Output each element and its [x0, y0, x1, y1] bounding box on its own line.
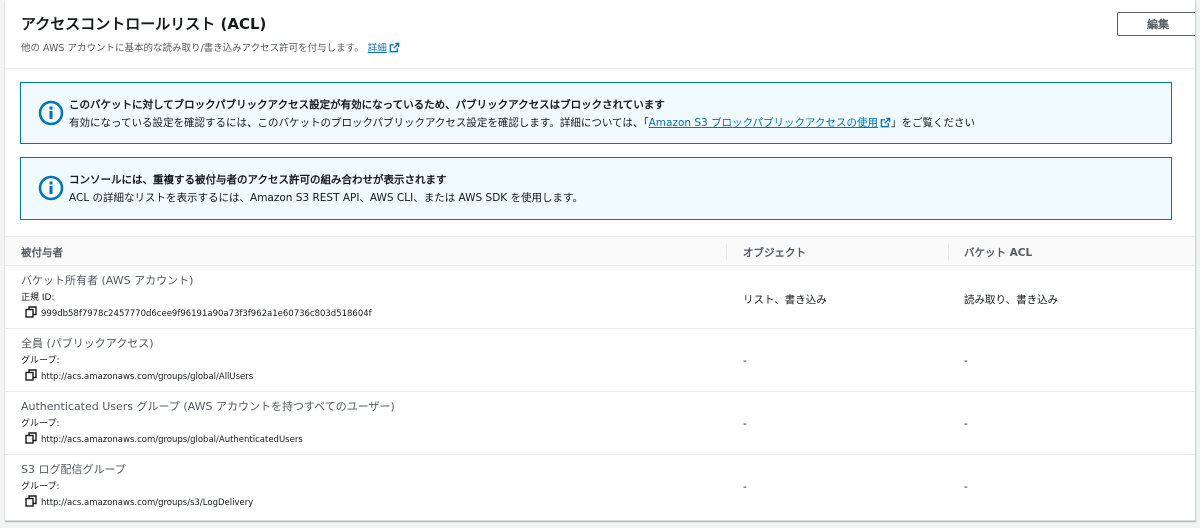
- objects-permission: -: [743, 418, 747, 430]
- copy-icon[interactable]: [25, 432, 37, 444]
- grantee-name: 全員 (パブリックアクセス): [21, 337, 154, 350]
- description-text: 他の AWS アカウントに基本的な読み取り/書き込みアクセス許可を付与します。: [21, 43, 364, 54]
- block-public-access-alert: このバケットに対してブロックパブリックアクセス設定が有効になっているため、パブリ…: [20, 82, 1172, 144]
- bucket-acl-permission: -: [964, 481, 968, 493]
- grantee-name: S3 ログ配信グループ: [21, 463, 126, 476]
- grantee-type: グループ:: [21, 482, 60, 492]
- alert-title: このバケットに対してブロックパブリックアクセス設定が有効になっているため、パブリ…: [69, 99, 665, 111]
- column-header-grantee: 被付与者: [21, 247, 63, 259]
- copy-icon[interactable]: [25, 306, 37, 318]
- external-link-icon: [880, 117, 891, 128]
- grantee-id-value: http://acs.amazonaws.com/groups/global/A…: [41, 372, 254, 382]
- info-icon: [38, 100, 64, 126]
- grantee-type: グループ:: [21, 419, 60, 429]
- objects-permission: リスト、書き込み: [743, 294, 827, 306]
- alert-body: ACL の詳細なリストを表示するには、Amazon S3 REST API、AW…: [69, 192, 583, 204]
- grantee-id: http://acs.amazonaws.com/groups/s3/LogDe…: [25, 495, 253, 508]
- alert-title: コンソールには、重複する被付与者のアクセス許可の組み合わせが表示されます: [69, 174, 447, 186]
- grantee-id-value: http://acs.amazonaws.com/groups/s3/LogDe…: [41, 498, 254, 508]
- external-link-icon: [389, 42, 400, 53]
- details-link-label: 詳細: [367, 43, 387, 54]
- edit-button[interactable]: 編集: [1117, 12, 1195, 36]
- doc-link-label: Amazon S3 ブロックパブリックアクセスの使用: [648, 117, 879, 129]
- grantee-id: http://acs.amazonaws.com/groups/global/A…: [25, 432, 303, 445]
- block-public-access-doc-link[interactable]: Amazon S3 ブロックパブリックアクセスの使用: [649, 117, 891, 129]
- info-icon: [38, 175, 64, 201]
- details-link[interactable]: 詳細: [367, 42, 400, 54]
- panel-description: 他の AWS アカウントに基本的な読み取り/書き込みアクセス許可を付与します。詳…: [21, 40, 400, 54]
- column-divider: [948, 244, 949, 260]
- acl-panel: アクセスコントロールリスト (ACL) 他の AWS アカウントに基本的な読み取…: [5, 0, 1196, 521]
- alert-body-prefix: 有効になっている設定を確認するには、このバケットのブロックパブリックアクセス設定…: [69, 117, 649, 129]
- grantee-id: http://acs.amazonaws.com/groups/global/A…: [25, 369, 253, 382]
- table-row: 全員 (パブリックアクセス) グループ: http://acs.amazonaw…: [5, 329, 1195, 392]
- bucket-acl-permission: -: [964, 418, 968, 430]
- alert-body: 有効になっている設定を確認するには、このバケットのブロックパブリックアクセス設定…: [69, 115, 975, 130]
- panel-header: アクセスコントロールリスト (ACL) 他の AWS アカウントに基本的な読み取…: [5, 0, 1195, 69]
- column-divider: [726, 244, 727, 260]
- table-row: バケット所有者 (AWS アカウント) 正規 ID: 999db58f7978c…: [5, 266, 1195, 329]
- overlapping-permissions-alert: コンソールには、重複する被付与者のアクセス許可の組み合わせが表示されます ACL…: [20, 157, 1172, 220]
- grantee-type: 正規 ID:: [21, 293, 55, 303]
- column-header-objects: オブジェクト: [743, 247, 806, 259]
- grantee-id-value: http://acs.amazonaws.com/groups/global/A…: [41, 435, 303, 445]
- grantee-name: バケット所有者 (AWS アカウント): [21, 274, 194, 287]
- grantee-type: グループ:: [21, 356, 60, 366]
- page-title: アクセスコントロールリスト (ACL): [21, 15, 267, 33]
- table-row: S3 ログ配信グループ グループ: http://acs.amazonaws.c…: [5, 455, 1195, 518]
- copy-icon[interactable]: [25, 495, 37, 507]
- column-header-bucket-acl: バケット ACL: [964, 247, 1033, 259]
- alert-body-suffix: 」をご覧ください: [891, 117, 976, 129]
- grantee-id: 999db58f7978c2457770d6cee9f96191a90a73f3…: [25, 306, 372, 319]
- grantee-id-value: 999db58f7978c2457770d6cee9f96191a90a73f3…: [41, 309, 372, 319]
- table-header: 被付与者 オブジェクト バケット ACL: [5, 236, 1195, 266]
- copy-icon[interactable]: [25, 369, 37, 381]
- table-row: Authenticated Users グループ (AWS アカウントを持つすべ…: [5, 392, 1195, 455]
- grantee-name: Authenticated Users グループ (AWS アカウントを持つすべ…: [21, 400, 395, 413]
- bucket-acl-permission: -: [964, 355, 968, 367]
- objects-permission: -: [743, 481, 747, 493]
- objects-permission: -: [743, 355, 747, 367]
- bucket-acl-permission: 読み取り、書き込み: [964, 294, 1059, 306]
